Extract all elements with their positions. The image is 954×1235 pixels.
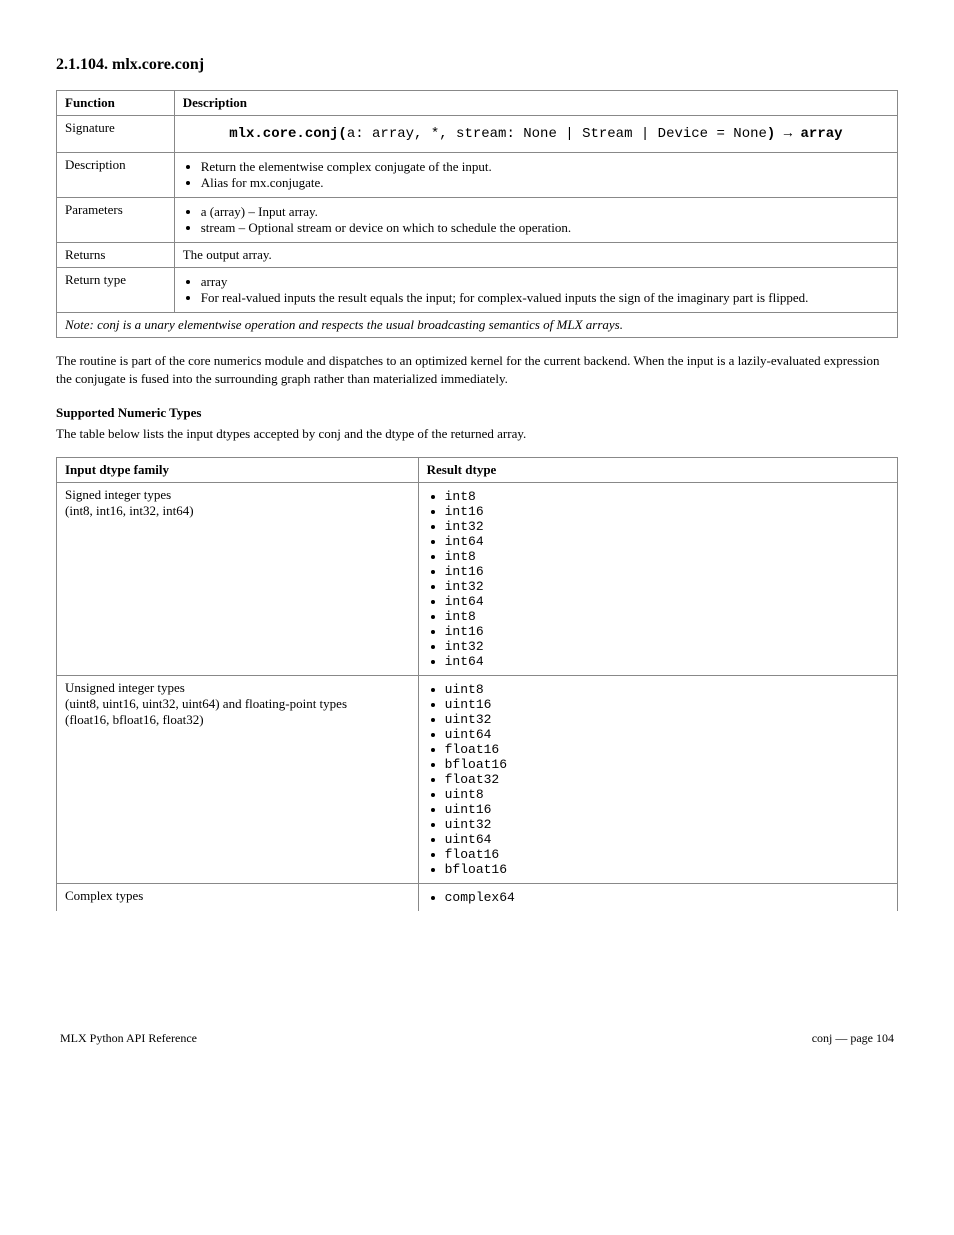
paragraph: The table below lists the input dtypes a… — [56, 425, 898, 443]
list-item: float16 — [445, 847, 889, 862]
page-footer: MLX Python API Reference conj — page 104 — [56, 1031, 898, 1046]
signature-prefix: mlx.core.conj( — [229, 126, 347, 142]
table-header-right: Description — [174, 91, 897, 116]
row-label: Description — [57, 153, 175, 198]
list-item: For real-valued inputs the result equals… — [201, 290, 889, 306]
list-item: int8 — [445, 549, 889, 564]
row-content: array For real-valued inputs the result … — [174, 268, 897, 313]
row-label: Return type — [57, 268, 175, 313]
row-content: complex64 — [418, 883, 897, 911]
list-item: int8 — [445, 489, 889, 504]
list-item: int64 — [445, 654, 889, 669]
list-item: uint64 — [445, 832, 889, 847]
bullet-list: a (array) – Input array. stream – Option… — [201, 204, 889, 236]
row-content: int8 int16 int32 int64 int8 int16 int32 … — [418, 482, 897, 675]
paragraph: The routine is part of the core numerics… — [56, 352, 898, 387]
signature-suffix: ) → array — [767, 126, 843, 142]
row-label: Signed integer types (int8, int16, int32… — [57, 482, 419, 675]
list-item: int32 — [445, 579, 889, 594]
list-item: stream – Optional stream or device on wh… — [201, 220, 889, 236]
bullet-list: uint8 uint16 uint32 uint64 float16 bfloa… — [445, 682, 889, 877]
list-item: Alias for mx.conjugate. — [201, 175, 889, 191]
list-item: bfloat16 — [445, 757, 889, 772]
footer-right: conj — page 104 — [812, 1031, 894, 1046]
table-row: Complex types complex64 — [57, 883, 898, 911]
row-label: Returns — [57, 243, 175, 268]
list-item: uint16 — [445, 802, 889, 817]
list-item: complex64 — [445, 890, 889, 905]
table-row: Returns The output array. — [57, 243, 898, 268]
list-item: a (array) – Input array. — [201, 204, 889, 220]
list-item: int32 — [445, 519, 889, 534]
row-content: The output array. — [174, 243, 897, 268]
row-content: uint8 uint16 uint32 uint64 float16 bfloa… — [418, 675, 897, 883]
signature-args: a: array, *, stream: None | Stream | Dev… — [347, 126, 767, 142]
table-row: Description Return the elementwise compl… — [57, 153, 898, 198]
list-item: int16 — [445, 564, 889, 579]
signature-label: Signature — [57, 116, 175, 153]
list-item: uint8 — [445, 682, 889, 697]
table-header-row: Input dtype family Result dtype — [57, 457, 898, 482]
bullet-list: array For real-valued inputs the result … — [201, 274, 889, 306]
table-header-right: Result dtype — [418, 457, 897, 482]
list-item: Return the elementwise complex conjugate… — [201, 159, 889, 175]
note-row: Note: conj is a unary elementwise operat… — [57, 313, 898, 338]
table-header-row: Function Description — [57, 91, 898, 116]
list-item: int32 — [445, 639, 889, 654]
dtype-support-table: Input dtype family Result dtype Signed i… — [56, 457, 898, 911]
table-row: Parameters a (array) – Input array. stre… — [57, 198, 898, 243]
function-summary-table: Function Description Signature mlx.core.… — [56, 90, 898, 338]
row-label: Parameters — [57, 198, 175, 243]
list-item: uint32 — [445, 817, 889, 832]
list-item: int64 — [445, 594, 889, 609]
signature-row: Signature mlx.core.conj(a: array, *, str… — [57, 116, 898, 153]
list-item: uint32 — [445, 712, 889, 727]
row-content: Return the elementwise complex conjugate… — [174, 153, 897, 198]
list-item: uint16 — [445, 697, 889, 712]
list-item: int64 — [445, 534, 889, 549]
list-item: int16 — [445, 624, 889, 639]
row-label: Unsigned integer types (uint8, uint16, u… — [57, 675, 419, 883]
list-item: int8 — [445, 609, 889, 624]
list-item: float32 — [445, 772, 889, 787]
bullet-list: complex64 — [445, 890, 889, 905]
table-header-left: Input dtype family — [57, 457, 419, 482]
footer-left: MLX Python API Reference — [60, 1031, 197, 1046]
table-header-left: Function — [57, 91, 175, 116]
table-row: Unsigned integer types (uint8, uint16, u… — [57, 675, 898, 883]
page: 2.1.104. mlx.core.conj Function Descript… — [0, 0, 954, 1086]
note-cell: Note: conj is a unary elementwise operat… — [57, 313, 898, 338]
bullet-list: int8 int16 int32 int64 int8 int16 int32 … — [445, 489, 889, 669]
row-label: Complex types — [57, 883, 419, 911]
bullet-list: Return the elementwise complex conjugate… — [201, 159, 889, 191]
list-item: uint64 — [445, 727, 889, 742]
section-title: 2.1.104. mlx.core.conj — [56, 56, 898, 74]
table-row: Return type array For real-valued inputs… — [57, 268, 898, 313]
table-row: Signed integer types (int8, int16, int32… — [57, 482, 898, 675]
row-content: a (array) – Input array. stream – Option… — [174, 198, 897, 243]
subheading: Supported Numeric Types — [56, 405, 898, 421]
list-item: bfloat16 — [445, 862, 889, 877]
list-item: float16 — [445, 742, 889, 757]
list-item: array — [201, 274, 889, 290]
signature-cell: mlx.core.conj(a: array, *, stream: None … — [174, 116, 897, 153]
list-item: uint8 — [445, 787, 889, 802]
list-item: int16 — [445, 504, 889, 519]
